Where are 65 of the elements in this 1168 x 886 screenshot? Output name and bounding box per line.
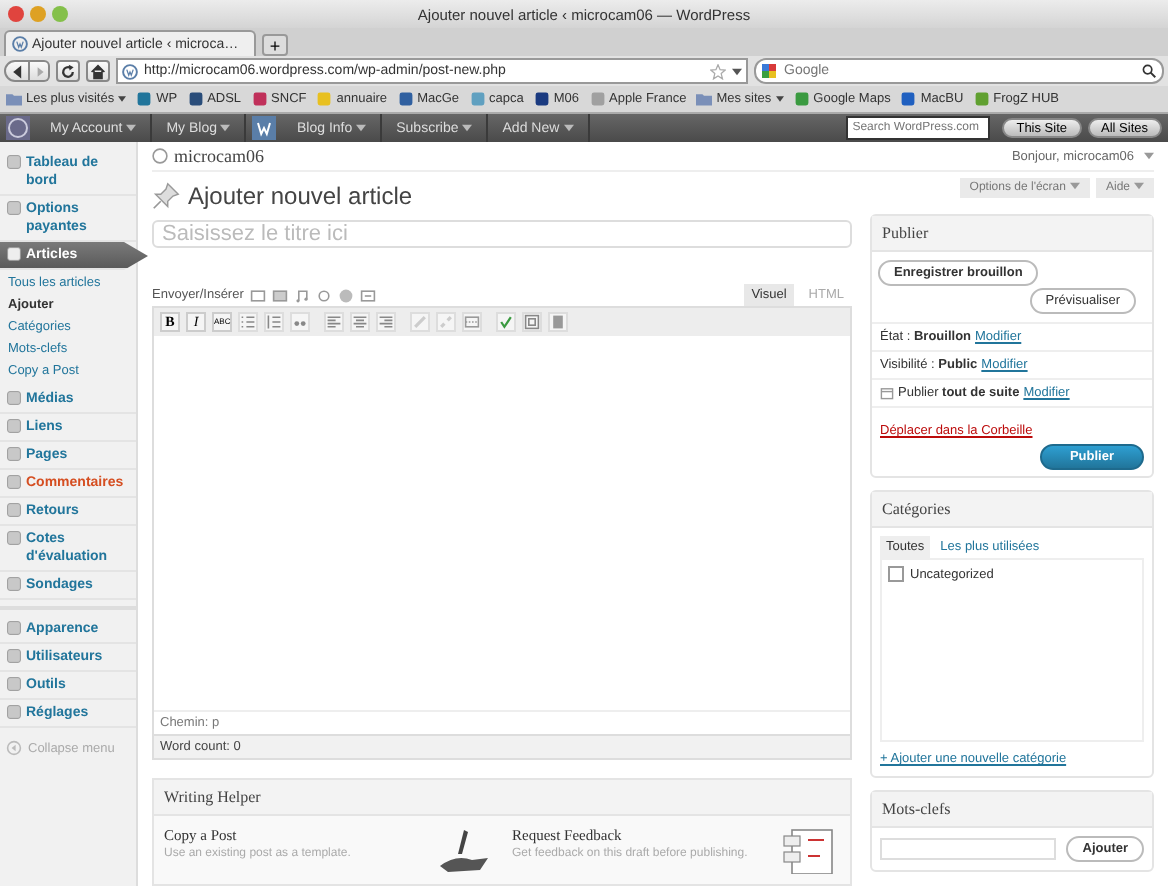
- caret-icon: [563, 123, 574, 132]
- tile-icon: [6, 446, 22, 462]
- zoom-button[interactable]: [52, 6, 68, 22]
- google-icon: [762, 64, 776, 78]
- forward-arrow-icon: [33, 65, 45, 77]
- tile-icon: [6, 530, 22, 546]
- caret-icon: [118, 96, 127, 102]
- video-icon[interactable]: [271, 287, 288, 303]
- page-title: Ajouter nouvel article: [188, 182, 413, 210]
- align-left-icon[interactable]: [324, 312, 344, 332]
- poll-icon[interactable]: [337, 287, 354, 303]
- arrow-icon: [6, 740, 22, 756]
- site-name[interactable]: microcam06: [174, 146, 264, 166]
- calendar-icon: [880, 386, 894, 400]
- tile-icon: [6, 676, 22, 692]
- tile-icon: [6, 576, 22, 592]
- wordpress-logo[interactable]: [6, 116, 30, 140]
- caret-icon: [1069, 182, 1080, 191]
- minimize-button[interactable]: [30, 6, 46, 22]
- toolbar-toggle-icon[interactable]: [548, 312, 568, 332]
- caret-icon: [220, 123, 231, 132]
- caret-icon: [1134, 182, 1144, 191]
- more-tag-icon[interactable]: [462, 312, 482, 332]
- home-button[interactable]: [86, 60, 110, 82]
- tile-icon: [6, 704, 22, 720]
- tile-icon: [6, 648, 22, 664]
- tile-icon: [6, 246, 22, 262]
- tile-icon: [6, 390, 22, 406]
- tag-field[interactable]: [880, 838, 1057, 860]
- caret-icon: [126, 123, 137, 132]
- back-arrow-icon: [9, 63, 25, 79]
- spellcheck-icon[interactable]: [496, 312, 516, 332]
- box-title: Publier: [872, 216, 1152, 252]
- numbered-list-icon[interactable]: [264, 312, 284, 332]
- new-tab-button[interactable]: +: [262, 34, 288, 56]
- music-icon[interactable]: [293, 287, 310, 303]
- form-icon[interactable]: [359, 287, 376, 303]
- back-button[interactable]: [4, 60, 30, 82]
- box-title: Catégories: [872, 492, 1152, 528]
- image-icon[interactable]: [249, 287, 266, 303]
- tile-icon: [6, 200, 22, 216]
- checkbox[interactable]: [888, 566, 904, 582]
- box-title: Writing Helper: [154, 780, 850, 816]
- quote-icon[interactable]: [290, 312, 310, 332]
- close-button[interactable]: [8, 6, 24, 22]
- caret-icon: [775, 96, 784, 102]
- tile-icon: [6, 154, 22, 170]
- caret-icon: [1144, 152, 1154, 160]
- tile-icon: [6, 502, 22, 518]
- box-title: Mots-clefs: [872, 792, 1152, 828]
- blog-icon[interactable]: [252, 116, 277, 140]
- tile-icon: [6, 418, 22, 434]
- bulleted-list-icon[interactable]: [238, 312, 258, 332]
- fullscreen-icon[interactable]: [522, 312, 542, 332]
- caret-icon: [462, 123, 473, 132]
- search-icon[interactable]: [1142, 64, 1156, 78]
- dropdown-icon[interactable]: [732, 67, 742, 75]
- align-center-icon[interactable]: [350, 312, 370, 332]
- title-field[interactable]: Saisissez le titre ici: [152, 220, 852, 248]
- reload-button[interactable]: [56, 60, 80, 82]
- align-right-icon[interactable]: [376, 312, 396, 332]
- pushpin-icon: [152, 182, 180, 210]
- tile-icon: [6, 474, 22, 490]
- caret-icon: [356, 123, 367, 132]
- tile-icon: [6, 620, 22, 636]
